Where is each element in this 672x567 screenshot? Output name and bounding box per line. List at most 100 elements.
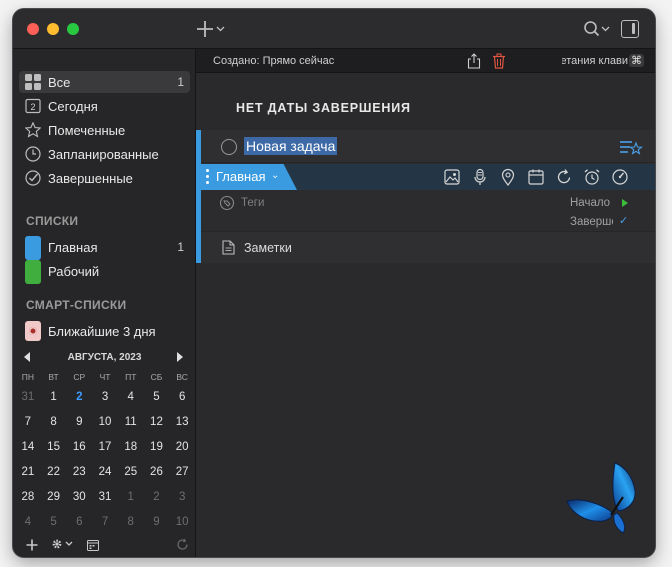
play-icon (622, 199, 628, 207)
sidebar-item-flagged[interactable]: Помеченные (19, 119, 190, 141)
calendar-weekday: ВС (176, 372, 188, 382)
calendar-day[interactable]: 9 (66, 412, 92, 437)
calendar-event-button[interactable] (527, 168, 545, 186)
calendar-day[interactable]: 4 (15, 512, 41, 537)
tags-input[interactable]: Теги (241, 197, 264, 209)
calendar-day[interactable]: 29 (41, 487, 67, 512)
sidebar-item-label: Главная (48, 240, 98, 255)
task-meta-row: Теги Начало Завершение ✓ (201, 190, 655, 232)
location-pin-icon (501, 168, 515, 186)
calendar-week-row: 4 5 6 7 8 9 10 (15, 512, 195, 537)
due-date-label[interactable]: Завершение (570, 216, 613, 228)
search-button[interactable] (583, 19, 613, 39)
voice-note-button[interactable] (471, 168, 489, 186)
calendar-weekday: ПН (21, 372, 34, 382)
settings-menu-button[interactable] (51, 537, 75, 556)
calendar-day[interactable]: 14 (15, 437, 41, 462)
calendar-weekday: ВТ (48, 372, 59, 382)
calendar-day[interactable]: 22 (41, 462, 67, 487)
plus-icon (197, 21, 225, 37)
calendar-next-month-button[interactable] (177, 352, 183, 362)
task-complete-checkbox[interactable] (221, 139, 237, 155)
toggle-inspector-button[interactable] (621, 20, 639, 38)
calendar-day[interactable]: 5 (144, 387, 170, 412)
calendar-day[interactable]: 1 (118, 487, 144, 512)
calendar-day[interactable]: 5 (41, 512, 67, 537)
task-notes-row[interactable]: Заметки (201, 232, 655, 263)
calendar-day[interactable]: 2 (144, 487, 170, 512)
calendar-day[interactable]: 31 (92, 487, 118, 512)
calendar-day-today[interactable]: 2 (66, 387, 92, 412)
calendar-day[interactable]: 3 (169, 487, 195, 512)
calendar-day[interactable]: 3 (92, 387, 118, 412)
calendar-day[interactable]: 26 (144, 462, 170, 487)
calendar-icon (528, 169, 544, 185)
calendar-day[interactable]: 1 (41, 387, 67, 412)
calendar-day[interactable]: 6 (66, 512, 92, 537)
mini-calendar: ПН ВТ СР ЧТ ПТ СБ ВС 31 1 2 3 4 5 6 7 8 … (15, 371, 195, 537)
calendar-day[interactable]: 9 (144, 512, 170, 537)
minimize-window-button[interactable] (47, 23, 59, 35)
sidebar-smart-list-next-3-days[interactable]: Ближайшие 3 дня (19, 320, 190, 342)
calendar-day[interactable]: 11 (118, 412, 144, 437)
calendar-day[interactable]: 27 (169, 462, 195, 487)
add-list-button[interactable] (26, 538, 38, 556)
calendar-day[interactable]: 24 (92, 462, 118, 487)
calendar-day[interactable]: 6 (169, 387, 195, 412)
close-window-button[interactable] (27, 23, 39, 35)
task-list-bar: Главная ⌄ (201, 164, 655, 190)
calendar-day[interactable]: 30 (66, 487, 92, 512)
sidebar-list-work[interactable]: Рабочий (19, 260, 190, 284)
sidebar-item-today[interactable]: 2 Сегодня (19, 95, 190, 117)
sidebar-item-completed[interactable]: Завершенные (19, 167, 190, 189)
repeat-button[interactable] (555, 168, 573, 186)
calendar-day[interactable]: 17 (92, 437, 118, 462)
calendar-day[interactable]: 31 (15, 387, 41, 412)
calendar-day[interactable]: 8 (118, 512, 144, 537)
duration-button[interactable] (611, 168, 629, 186)
calendar-day[interactable]: 16 (66, 437, 92, 462)
notes-input[interactable]: Заметки (244, 241, 292, 255)
calendar-day[interactable]: 7 (92, 512, 118, 537)
maximize-window-button[interactable] (67, 23, 79, 35)
calendar-day[interactable]: 25 (118, 462, 144, 487)
task-list-selector[interactable]: Главная ⌄ (201, 164, 297, 190)
calendar-day[interactable]: 20 (169, 437, 195, 462)
calendar-day[interactable]: 10 (92, 412, 118, 437)
calendar-day[interactable]: 15 (41, 437, 67, 462)
calendar-day[interactable]: 10 (169, 512, 195, 537)
reminder-button[interactable] (583, 168, 601, 186)
calendar-day[interactable]: 18 (118, 437, 144, 462)
calendar-day[interactable]: 8 (41, 412, 67, 437)
sidebar-list-main[interactable]: Главная 1 (19, 236, 190, 260)
sidebar-item-label: Рабочий (48, 264, 100, 279)
calendar-header: АВГУСТА, 2023 (13, 349, 196, 367)
calendar-toggle-button[interactable] (87, 538, 99, 556)
sidebar-item-all[interactable]: Все 1 (19, 71, 190, 93)
calendar-day[interactable]: 19 (144, 437, 170, 462)
calendar-day[interactable]: 28 (15, 487, 41, 512)
calendar-weekday: СР (73, 372, 86, 382)
calendar-day[interactable]: 4 (118, 387, 144, 412)
calendar-day[interactable]: 23 (66, 462, 92, 487)
calendar-day[interactable]: 7 (15, 412, 41, 437)
add-task-button[interactable] (196, 19, 230, 39)
sync-button[interactable] (176, 538, 189, 556)
calendar-day[interactable]: 12 (144, 412, 170, 437)
task-title-input[interactable]: Новая задача (244, 137, 338, 155)
attach-image-button[interactable] (443, 168, 461, 186)
title-bar (13, 9, 655, 49)
share-button[interactable] (467, 53, 481, 69)
location-button[interactable] (499, 168, 517, 186)
drag-handle-icon[interactable] (206, 169, 209, 185)
sidebar-item-scheduled[interactable]: Запланированные (19, 143, 190, 165)
microphone-icon (474, 168, 486, 185)
calendar-weekday: СБ (150, 372, 163, 382)
delete-task-button[interactable] (492, 53, 506, 69)
start-date-label[interactable]: Начало (570, 197, 610, 209)
calendar-day[interactable]: 21 (15, 462, 41, 487)
sidebar-item-label: Помеченные (48, 123, 126, 138)
task-options-button[interactable] (619, 138, 644, 156)
calendar-day[interactable]: 13 (169, 412, 195, 437)
keyboard-shortcuts-hint[interactable]: четания клави (562, 55, 628, 67)
